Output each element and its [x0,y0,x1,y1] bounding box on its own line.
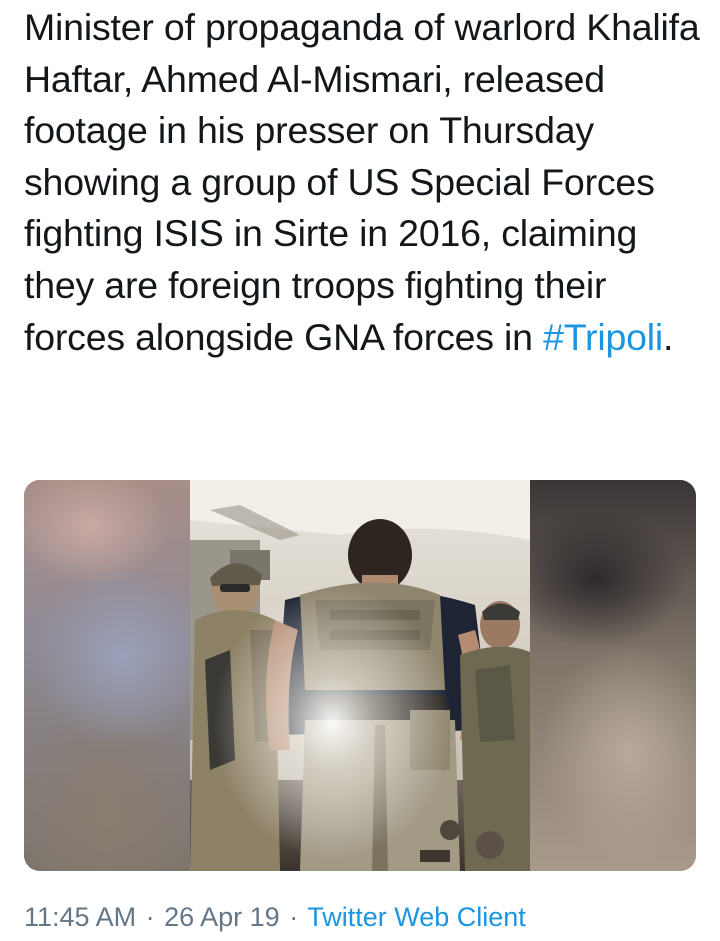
blurred-right-edge [530,480,696,871]
source-client-link[interactable]: Twitter Web Client [307,902,526,932]
video-thumbnail[interactable] [24,480,696,871]
tweet-meta: 11:45 AM · 26 Apr 19 · Twitter Web Clien… [24,900,526,934]
tweet-time[interactable]: 11:45 AM [24,902,136,932]
tweet-date[interactable]: 26 Apr 19 [164,902,280,932]
hashtag-link[interactable]: #Tripoli [543,316,663,358]
tweet-text-end: . [663,315,674,358]
video-frame [190,480,530,871]
blurred-left-edge [24,480,190,871]
meta-separator-2: · [289,902,299,932]
tweet-text: Minister of propaganda of warlord Khalif… [24,2,704,363]
tweet-body: Minister of propaganda of warlord Khalif… [24,6,700,358]
meta-separator: · [145,902,155,932]
